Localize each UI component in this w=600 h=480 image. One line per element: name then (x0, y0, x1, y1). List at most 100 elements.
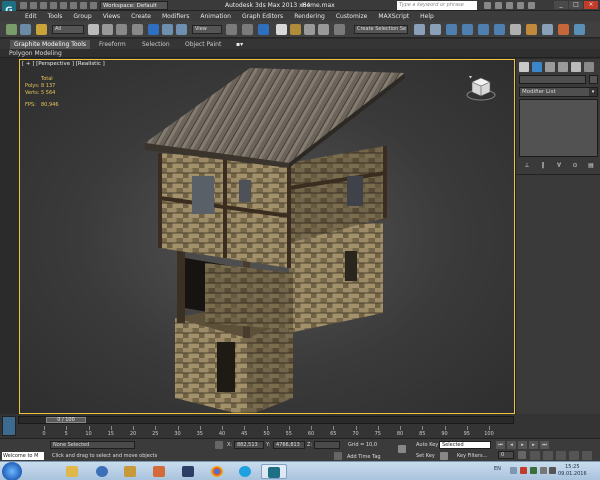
pivot-center-icon[interactable] (226, 24, 237, 35)
menu-customize[interactable]: Customize (336, 13, 368, 20)
selection-filter-dropdown[interactable]: All (52, 25, 84, 34)
menu-maxscript[interactable]: MAXScript (378, 13, 409, 20)
workspace-dropdown[interactable]: Workspace: Default (100, 1, 168, 10)
tab-selection[interactable]: Selection (138, 40, 174, 49)
set-keys-icon[interactable] (440, 452, 448, 460)
help-icon[interactable] (528, 2, 535, 9)
go-to-end-icon[interactable]: ⏭ (540, 441, 549, 449)
time-configuration-icon[interactable] (518, 451, 526, 459)
system-clock[interactable]: 15:25 09.01.2016 (558, 464, 587, 478)
material-editor-icon[interactable] (510, 24, 521, 35)
modifier-stack[interactable] (519, 99, 598, 157)
pan-icon[interactable] (582, 451, 592, 460)
more-icon[interactable] (80, 2, 87, 9)
start-button[interactable] (2, 462, 22, 480)
save-icon[interactable] (40, 2, 47, 9)
motion-tab-icon[interactable] (558, 62, 568, 72)
menu-rendering[interactable]: Rendering (294, 13, 325, 20)
taskbar-skype[interactable] (233, 464, 259, 479)
align-icon[interactable] (430, 24, 441, 35)
configure-sets-icon[interactable]: ▤ (587, 162, 595, 169)
show-end-result-icon[interactable]: ‖ (539, 162, 547, 169)
maxscript-listener[interactable]: Welcome to M (2, 452, 44, 460)
select-manipulate-icon[interactable] (242, 24, 253, 35)
tray-arrow-icon[interactable] (510, 467, 517, 474)
menu-views[interactable]: Views (103, 13, 120, 20)
menu-tools[interactable]: Tools (48, 13, 63, 20)
taskbar-chrome[interactable] (205, 464, 231, 479)
display-tab-icon[interactable] (571, 62, 581, 72)
select-object-icon[interactable] (88, 24, 99, 35)
redo-icon[interactable] (60, 2, 67, 9)
time-slider[interactable]: 0 / 100 (18, 416, 514, 424)
y-coordinate-field[interactable]: 4766,813 (273, 441, 305, 449)
key-mode-dropdown[interactable]: Selected (439, 441, 491, 449)
track-bar[interactable]: 0 5 10 15 20 25 30 35 40 45 50 55 60 65 70 75 80 85 90 95 10… (42, 426, 499, 438)
window-crossing-icon[interactable] (132, 24, 143, 35)
hierarchy-tab-icon[interactable] (545, 62, 555, 72)
select-and-scale-icon[interactable] (176, 24, 187, 35)
select-by-name-icon[interactable] (102, 24, 113, 35)
perspective-viewport[interactable]: [ + ] [Perspective ] [Realistic ] Total … (19, 59, 515, 414)
subscription-icon[interactable] (495, 2, 502, 9)
network-icon[interactable] (530, 467, 537, 474)
key-icon[interactable] (398, 445, 406, 453)
pin-stack-icon[interactable]: ⊥ (523, 162, 531, 169)
keyboard-shortcut-override-icon[interactable] (258, 24, 269, 35)
ribbon-options-icon[interactable]: ▪▾ (232, 40, 247, 49)
curve-editor-icon[interactable] (478, 24, 489, 35)
z-coordinate-field[interactable] (314, 441, 340, 449)
taskbar-media-player[interactable] (90, 464, 116, 479)
edit-named-selection-icon[interactable] (334, 24, 345, 35)
taskbar-3ds-max[interactable] (261, 464, 287, 479)
taskbar-explorer[interactable] (60, 464, 86, 479)
auto-key-button[interactable]: Auto Key (416, 442, 438, 448)
tab-object-paint[interactable]: Object Paint (181, 40, 225, 49)
dropdown-icon[interactable] (90, 2, 97, 9)
menu-help[interactable]: Help (420, 13, 434, 20)
menu-create[interactable]: Create (131, 13, 151, 20)
key-filters-button[interactable]: Key Filters... (457, 453, 487, 459)
modifier-list-dropdown[interactable]: Modifier List ▾ (519, 87, 598, 97)
graphite-toggle-icon[interactable] (462, 24, 473, 35)
remove-modifier-icon[interactable]: ⊙ (571, 162, 579, 169)
render-production-icon[interactable] (558, 24, 569, 35)
go-to-start-icon[interactable]: ⏮ (496, 441, 505, 449)
spinner-snap-icon[interactable] (318, 24, 329, 35)
volume-icon[interactable] (549, 467, 556, 474)
viewcube-icon[interactable] (466, 74, 496, 104)
time-slider-thumb[interactable]: 0 / 100 (46, 417, 86, 423)
tab-freeform[interactable]: Freeform (95, 40, 130, 49)
flag-icon[interactable] (540, 467, 547, 474)
named-selection-dropdown[interactable]: Create Selection Se (354, 25, 408, 34)
project-folder-icon[interactable] (70, 2, 77, 9)
binoculars-icon[interactable] (484, 2, 491, 9)
schematic-view-icon[interactable] (494, 24, 505, 35)
maximize-button[interactable]: □ (569, 1, 583, 9)
time-tag-icon[interactable] (334, 452, 342, 460)
tab-graphite-modeling-tools[interactable]: Graphite Modeling Tools (10, 40, 91, 49)
link-icon[interactable] (6, 24, 17, 35)
zoom-icon[interactable] (530, 451, 540, 460)
close-button[interactable]: × (584, 1, 598, 9)
taskbar-mail[interactable] (176, 464, 202, 479)
bind-space-warp-icon[interactable] (36, 24, 47, 35)
render-setup-icon[interactable] (526, 24, 537, 35)
play-icon[interactable]: ▸ (518, 441, 527, 449)
unlink-icon[interactable] (20, 24, 31, 35)
tray-app-icon[interactable] (520, 467, 527, 474)
angle-snap-icon[interactable] (290, 24, 301, 35)
taskbar-paint[interactable] (147, 464, 173, 479)
render-iterative-icon[interactable] (574, 24, 585, 35)
search-input[interactable]: Type a keyword or phrase (397, 1, 477, 10)
select-and-move-icon[interactable] (148, 24, 159, 35)
object-name-field[interactable] (519, 75, 586, 84)
previous-frame-icon[interactable]: ◂ (507, 441, 516, 449)
zoom-all-icon[interactable] (543, 451, 553, 460)
ribbon-panel-title[interactable]: Polygon Modeling (9, 50, 62, 57)
layer-manager-icon[interactable] (446, 24, 457, 35)
object-color-swatch[interactable] (589, 75, 598, 84)
next-frame-icon[interactable]: ▸ (529, 441, 538, 449)
lock-selection-icon[interactable] (215, 441, 223, 449)
utilities-tab-icon[interactable] (584, 62, 594, 72)
